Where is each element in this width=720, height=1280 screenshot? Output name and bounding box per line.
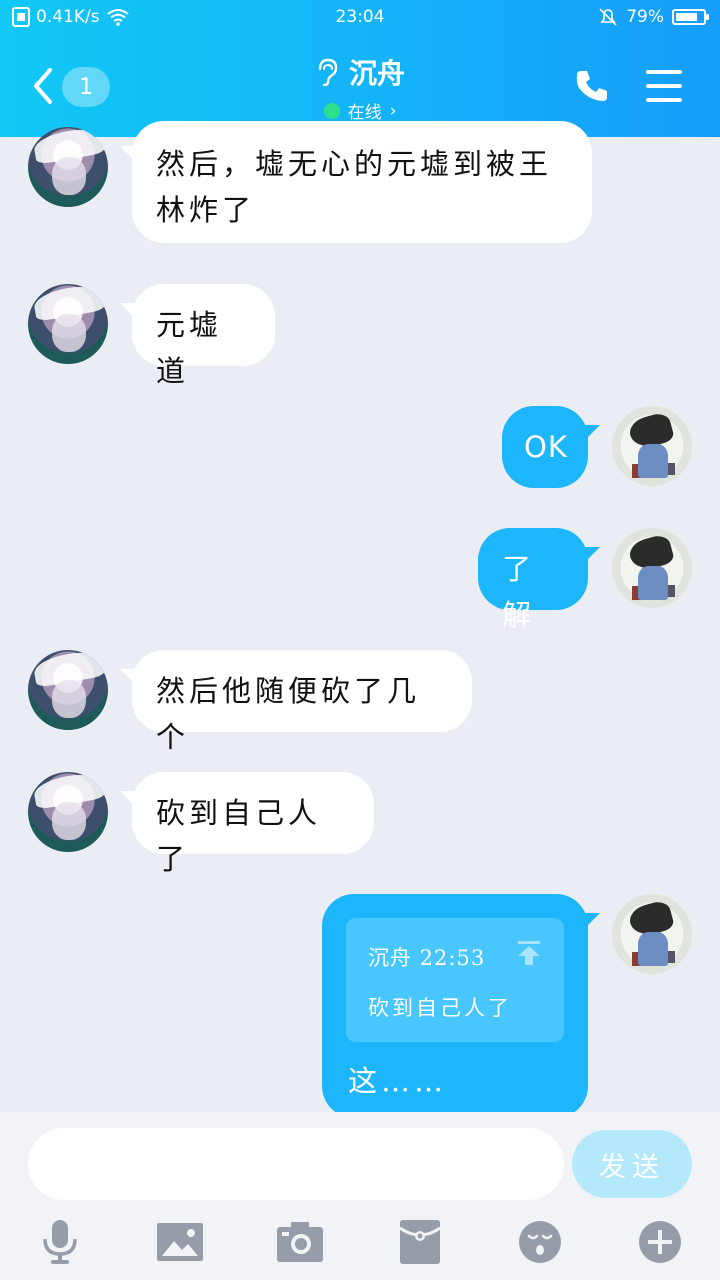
camera-icon[interactable]	[274, 1216, 326, 1268]
message-text: 然后他随便砍了几个	[156, 674, 421, 754]
image-icon[interactable]	[154, 1216, 206, 1268]
contact-name: 沉舟	[348, 57, 405, 90]
status-bar: 0.41K/s 23:04 79%	[0, 0, 720, 36]
message-text: 了解	[502, 552, 536, 632]
microphone-icon[interactable]	[34, 1216, 86, 1268]
send-button[interactable]: 发送	[572, 1130, 692, 1198]
message-bubble[interactable]: 然后，墟无心的元墟到被王 林炸了	[132, 121, 592, 243]
message-bubble[interactable]: 砍到自己人了	[132, 772, 374, 876]
message-text: 然后，墟无心的元墟到被王	[156, 147, 553, 181]
contact-avatar[interactable]	[28, 284, 108, 364]
composer-area: 发送	[0, 1112, 720, 1280]
mute-bell-icon	[599, 8, 617, 26]
message-text: 林炸了	[156, 193, 256, 227]
contact-avatar[interactable]	[28, 650, 108, 730]
chevron-right-icon: ›	[389, 100, 397, 121]
ear-icon	[318, 58, 338, 87]
quote-text: 砍到自己人了	[368, 996, 512, 1020]
red-packet-icon[interactable]	[394, 1216, 446, 1268]
chat-header: 0.41K/s 23:04 79% 1 沉舟 在线 ›	[0, 0, 720, 137]
input-toolbar	[0, 1216, 720, 1268]
message-text: 元墟道	[156, 308, 223, 388]
message-text: 砍到自己人了	[156, 796, 322, 876]
phone-call-icon[interactable]	[574, 68, 610, 104]
online-dot-icon	[323, 102, 340, 119]
quote-sender-time: 沉舟 22:53	[368, 946, 486, 970]
my-avatar[interactable]	[612, 406, 692, 486]
my-avatar[interactable]	[612, 528, 692, 608]
message-text: 这……	[348, 1064, 448, 1098]
battery-icon	[672, 9, 709, 25]
my-avatar[interactable]	[612, 894, 692, 974]
menu-icon[interactable]	[646, 70, 682, 102]
message-bubble[interactable]: 然后他随便砍了几个	[132, 650, 472, 754]
message-bubble[interactable]: OK	[502, 406, 588, 488]
online-status[interactable]: 在线 ›	[323, 98, 397, 123]
message-bubble[interactable]: 元墟道	[132, 284, 275, 388]
battery-percent: 79%	[626, 7, 664, 27]
contact-avatar[interactable]	[28, 127, 108, 207]
online-label: 在线	[347, 103, 382, 123]
message-input[interactable]	[28, 1128, 564, 1200]
emoji-icon[interactable]	[514, 1216, 566, 1268]
quoted-message[interactable]: 沉舟 22:53 砍到自己人了	[346, 918, 564, 1042]
plus-icon[interactable]	[634, 1216, 686, 1268]
chat-title[interactable]: 沉舟	[315, 52, 405, 92]
message-text: OK	[524, 430, 568, 464]
contact-avatar[interactable]	[28, 772, 108, 852]
message-bubble[interactable]: 了解	[478, 528, 588, 632]
scroll-to-top-icon[interactable]	[516, 940, 542, 966]
